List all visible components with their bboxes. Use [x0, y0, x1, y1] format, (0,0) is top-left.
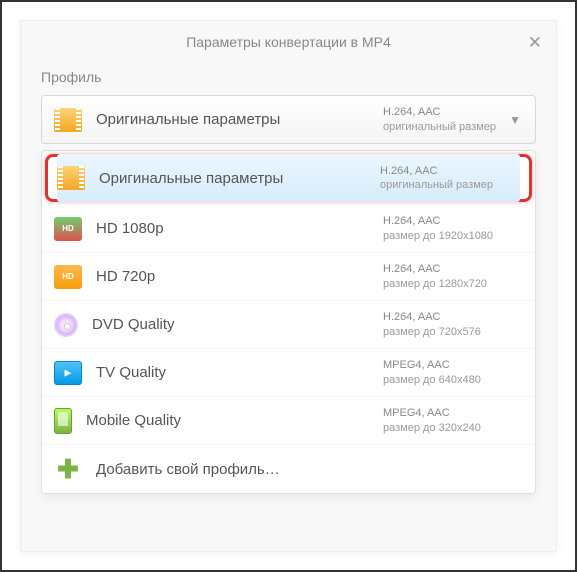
window-frame: Параметры конвертации в MP4 ✕ Профиль Ор… — [0, 0, 577, 572]
close-icon[interactable]: ✕ — [528, 33, 542, 53]
tv-icon — [54, 361, 82, 385]
selector-meta: H.264, AAC оригинальный размер — [383, 105, 523, 134]
hd-1080-icon: HD — [54, 217, 82, 241]
option-original[interactable]: Оригинальные параметры H.264, AAC оригин… — [57, 154, 520, 202]
disc-icon — [54, 313, 78, 337]
option-hd720p[interactable]: HD HD 720p H.264, AAC размер до 1280x720 — [42, 253, 535, 301]
profile-selector[interactable]: Оригинальные параметры H.264, AAC оригин… — [41, 95, 536, 144]
dialog: Параметры конвертации в MP4 ✕ Профиль Ор… — [20, 20, 557, 552]
film-icon — [54, 108, 82, 132]
plus-icon: ✚ — [54, 457, 82, 481]
hd-720-icon: HD — [54, 265, 82, 289]
highlight-callout: Оригинальные параметры H.264, AAC оригин… — [45, 154, 532, 202]
body: Профиль Оригинальные параметры H.264, AA… — [21, 63, 556, 494]
header: Параметры конвертации в MP4 ✕ — [21, 21, 556, 63]
mobile-icon — [54, 408, 72, 434]
option-add-profile[interactable]: ✚ Добавить свой профиль… — [42, 445, 535, 493]
option-tv[interactable]: TV Quality MPEG4, AAC размер до 640x480 — [42, 349, 535, 397]
option-hd1080p[interactable]: HD HD 1080p H.264, AAC размер до 1920x10… — [42, 205, 535, 253]
film-icon — [57, 166, 85, 190]
option-mobile[interactable]: Mobile Quality MPEG4, AAC размер до 320x… — [42, 397, 535, 445]
option-dvd[interactable]: DVD Quality H.264, AAC размер до 720x576 — [42, 301, 535, 349]
selector-name: Оригинальные параметры — [96, 111, 383, 128]
dialog-title: Параметры конвертации в MP4 — [186, 34, 391, 50]
profile-label: Профиль — [41, 69, 536, 85]
profile-dropdown: Оригинальные параметры H.264, AAC оригин… — [41, 150, 536, 494]
chevron-down-icon: ▼ — [509, 113, 521, 127]
